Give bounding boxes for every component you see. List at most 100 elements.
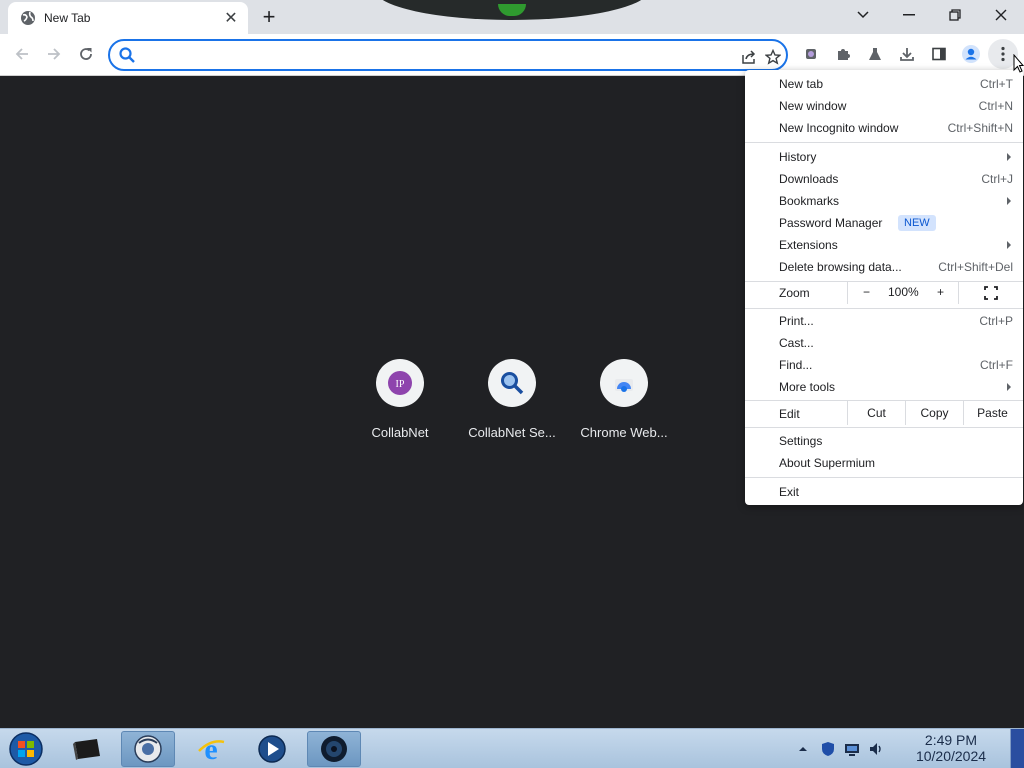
shortcut-tile: IP (376, 359, 424, 407)
shortcut-collabnet[interactable]: IP CollabNet (344, 359, 456, 449)
shortcut-tile (600, 359, 648, 407)
menu-label: Extensions (779, 238, 838, 252)
profile-button[interactable] (956, 39, 986, 69)
menu-item-settings[interactable]: Settings (745, 430, 1023, 452)
downloads-button[interactable] (892, 39, 922, 69)
menu-label: Delete browsing data... (779, 260, 902, 274)
shortcut-label: CollabNet Se... (468, 425, 556, 440)
submenu-arrow-icon (1007, 197, 1011, 205)
shortcut-label: Chrome Web... (580, 425, 668, 440)
menu-item-exit[interactable]: Exit (745, 481, 1023, 503)
menu-item-bookmarks[interactable]: Bookmarks (745, 190, 1023, 212)
system-clock[interactable]: 2:49 PM 10/20/2024 (896, 732, 1006, 764)
shortcut-collabnet-search[interactable]: CollabNet Se... (456, 359, 568, 449)
side-panel-button[interactable] (924, 39, 954, 69)
menu-shortcut: Ctrl+Shift+Del (938, 260, 1013, 274)
menu-label: About Supermium (779, 456, 876, 470)
address-input[interactable] (144, 45, 724, 65)
cut-button[interactable]: Cut (847, 401, 905, 425)
menu-shortcut: Ctrl+F (980, 358, 1013, 372)
menu-item-history[interactable]: History (745, 146, 1023, 168)
menu-label: Password Manager (779, 216, 883, 230)
menu-label: Zoom (779, 286, 810, 300)
menu-item-find[interactable]: Find... Ctrl+F (745, 354, 1023, 376)
restore-button[interactable] (932, 0, 978, 30)
bookmark-star-icon[interactable] (762, 46, 784, 68)
tab-title: New Tab (44, 11, 91, 25)
windows-orb-icon (9, 732, 43, 766)
three-dots-vertical-icon (1001, 46, 1005, 62)
menu-item-new-incognito[interactable]: New Incognito window Ctrl+Shift+N (745, 117, 1023, 139)
browser-app-icon (134, 735, 162, 763)
shortcut-label: CollabNet (371, 425, 429, 440)
start-button[interactable] (2, 731, 50, 767)
reload-button[interactable] (71, 39, 101, 69)
new-badge: NEW (898, 215, 936, 231)
taskbar-app-terminal[interactable] (60, 731, 114, 767)
menu-label: Cast... (779, 336, 814, 350)
shortcut-chrome-web-store[interactable]: Chrome Web... (568, 359, 680, 449)
close-icon (995, 9, 1007, 21)
download-icon (900, 48, 914, 61)
menu-item-new-tab[interactable]: New tab Ctrl+T (745, 73, 1023, 95)
zoom-out-button[interactable]: − (863, 285, 870, 299)
submenu-arrow-icon (1007, 241, 1011, 249)
menu-label: New Incognito window (779, 121, 899, 135)
menu-item-delete-browsing-data[interactable]: Delete browsing data... Ctrl+Shift+Del (745, 256, 1023, 278)
paste-button[interactable]: Paste (963, 401, 1021, 425)
tray-overflow-icon[interactable] (798, 743, 808, 753)
labs-button[interactable] (860, 39, 890, 69)
menu-item-about[interactable]: About Supermium (745, 452, 1023, 474)
arrow-right-icon (48, 48, 61, 60)
menu-item-print[interactable]: Print... Ctrl+P (745, 310, 1023, 332)
taskbar-app-browser[interactable] (121, 731, 175, 767)
menu-separator (745, 477, 1023, 478)
volume-icon[interactable] (868, 741, 884, 757)
copy-button[interactable]: Copy (905, 401, 963, 425)
back-button[interactable] (7, 39, 37, 69)
svg-text:e: e (204, 734, 217, 764)
taskbar-app-media-player[interactable] (245, 731, 299, 767)
active-tab[interactable]: New Tab ✕ (8, 2, 248, 34)
menu-label: Settings (779, 434, 823, 448)
show-desktop-button[interactable] (1010, 729, 1024, 768)
search-magnifier-icon (501, 372, 524, 395)
taskbar: e 2:49 PM 10/20/2024 (0, 728, 1024, 768)
close-tab-icon[interactable]: ✕ (220, 7, 242, 29)
minimize-button[interactable] (886, 0, 932, 30)
menu-label: Exit (779, 485, 800, 499)
taskbar-app-ie[interactable]: e (184, 731, 238, 767)
security-shield-icon[interactable] (820, 741, 836, 757)
internet-explorer-icon: e (198, 734, 225, 764)
flask-icon (869, 48, 881, 60)
restore-icon (949, 9, 961, 21)
extension-purple-button[interactable] (796, 39, 826, 69)
taskbar-app-globe[interactable] (307, 731, 361, 767)
menu-item-more-tools[interactable]: More tools (745, 376, 1023, 398)
address-bar[interactable] (108, 39, 788, 71)
menu-label: Find... (779, 358, 813, 372)
network-monitor-icon[interactable] (844, 741, 860, 757)
menu-separator (745, 308, 1023, 309)
extension-badge-icon (806, 49, 816, 59)
menu-item-cast[interactable]: Cast... (745, 332, 1023, 354)
menu-item-extensions[interactable]: Extensions (745, 234, 1023, 256)
arrow-left-icon (15, 48, 28, 60)
new-tab-button[interactable]: + (256, 4, 282, 30)
share-icon[interactable] (738, 46, 760, 68)
menu-item-password-manager[interactable]: Password Manager NEW (745, 212, 1023, 234)
forward-button[interactable] (39, 39, 69, 69)
globe-icon (20, 10, 36, 26)
menu-item-zoom: Zoom − 100% + (745, 282, 1023, 304)
fullscreen-button[interactable] (984, 286, 998, 300)
fullscreen-icon (984, 286, 998, 300)
svg-text:IP: IP (396, 379, 405, 390)
close-window-button[interactable] (978, 0, 1024, 30)
extensions-button[interactable] (828, 39, 858, 69)
menu-item-downloads[interactable]: Downloads Ctrl+J (745, 168, 1023, 190)
menu-separator (745, 142, 1023, 143)
menu-label: Downloads (779, 172, 839, 186)
zoom-in-button[interactable]: + (937, 285, 944, 299)
menu-item-new-window[interactable]: New window Ctrl+N (745, 95, 1023, 117)
search-tabs-button[interactable] (840, 0, 886, 30)
